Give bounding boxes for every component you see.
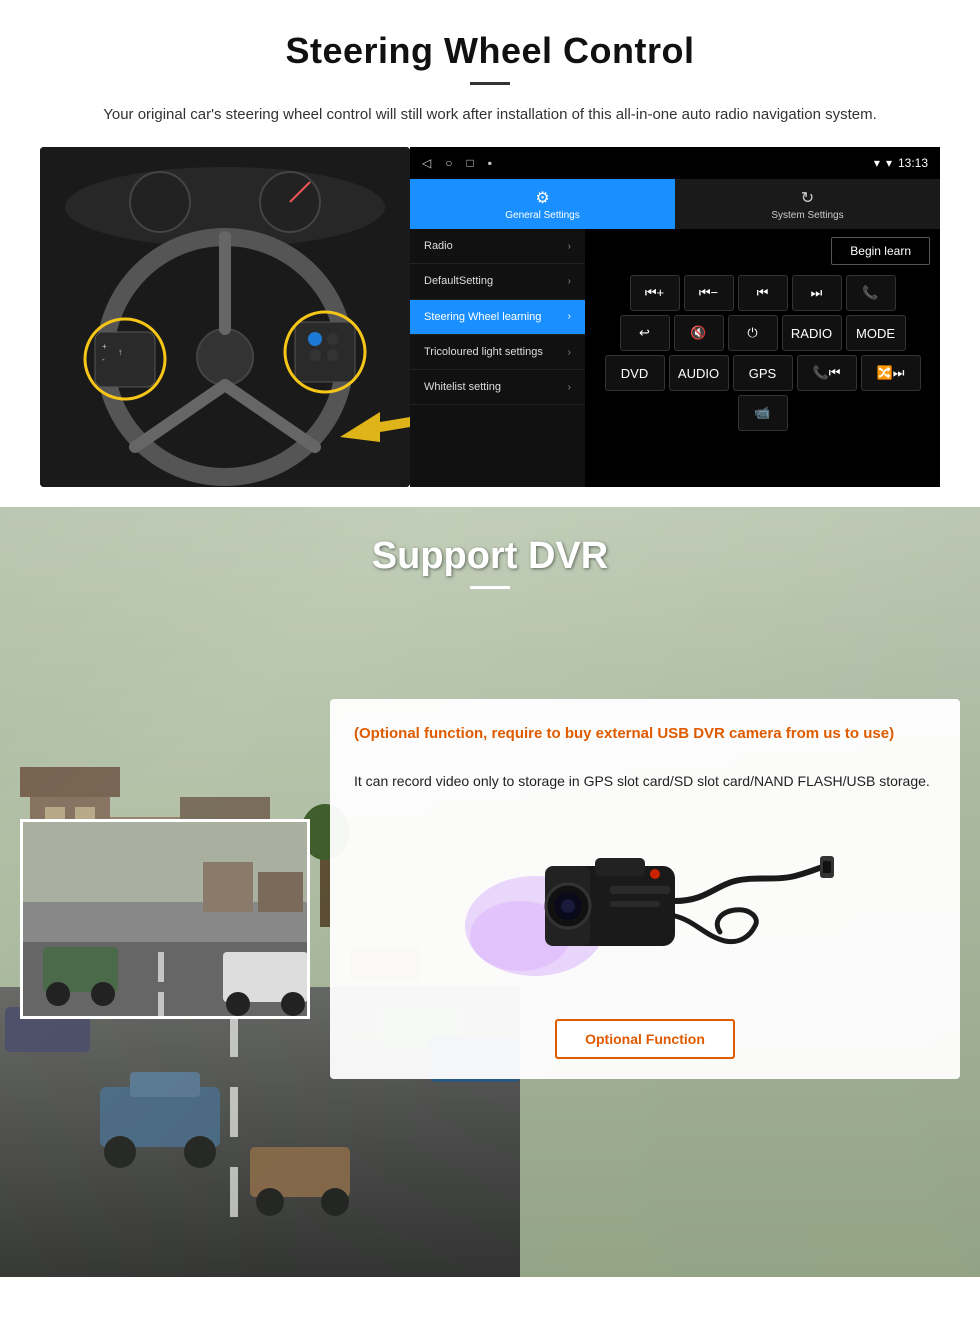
nav-square-icon: □ — [466, 156, 473, 170]
ctrl-vol-up[interactable]: ⏮+ — [630, 275, 680, 311]
wifi-icon: ▾ — [886, 156, 892, 170]
menu-item-whitelist-label: Whitelist setting — [424, 380, 501, 394]
dvr-divider — [470, 586, 510, 589]
nav-home-icon: ○ — [445, 156, 452, 170]
menu-item-steering[interactable]: Steering Wheel learning › — [410, 300, 585, 335]
dvr-camera-illustration — [354, 821, 936, 991]
optional-function-button[interactable]: Optional Function — [555, 1019, 735, 1059]
title-divider — [470, 82, 510, 85]
menu-item-radio[interactable]: Radio › — [410, 229, 585, 264]
nav-icons: ◁ ○ □ ▪ — [422, 156, 492, 170]
menu-item-default[interactable]: DefaultSetting › — [410, 264, 585, 299]
android-statusbar: ◁ ○ □ ▪ ▾ ▾ 13:13 — [410, 147, 940, 179]
ctrl-shuffle-next[interactable]: 🔀⏭ — [861, 355, 921, 391]
ctrl-camera[interactable]: 📹 — [738, 395, 788, 431]
ctrl-next[interactable]: ⏭ — [792, 275, 842, 311]
ctrl-dvd[interactable]: DVD — [605, 355, 665, 391]
begin-learn-row: Begin learn — [591, 235, 934, 271]
nav-dot-icon: ▪ — [488, 156, 492, 170]
ctrl-power[interactable]: ⏻ — [728, 315, 778, 351]
optional-btn-container: Optional Function — [354, 1019, 936, 1059]
menu-item-radio-label: Radio — [424, 239, 453, 253]
ctrl-radio[interactable]: RADIO — [782, 315, 842, 351]
menu-item-default-label: DefaultSetting — [424, 274, 493, 288]
ctrl-hang[interactable]: ↩ — [620, 315, 670, 351]
dvr-description: It can record video only to storage in G… — [354, 770, 936, 792]
dvr-section: Support DVR — [0, 507, 980, 1277]
tab-system[interactable]: ↻ System Settings — [675, 179, 940, 229]
system-settings-icon: ↻ — [801, 188, 814, 208]
general-settings-icon: ⚙ — [535, 188, 549, 208]
menu-left: Radio › DefaultSetting › Steering Wheel … — [410, 229, 585, 487]
ctrl-row-2: ↩ 🔇 ⏻ RADIO MODE — [591, 315, 934, 351]
tab-system-label: System Settings — [771, 210, 843, 221]
ctrl-mode[interactable]: MODE — [846, 315, 906, 351]
dvr-info-card: (Optional function, require to buy exter… — [330, 699, 960, 1079]
begin-learn-button[interactable]: Begin learn — [831, 237, 930, 265]
menu-item-tricoloured-label: Tricoloured light settings — [424, 345, 543, 359]
menu-item-whitelist[interactable]: Whitelist setting › — [410, 370, 585, 405]
menu-item-tricoloured[interactable]: Tricoloured light settings › — [410, 335, 585, 370]
android-tabs[interactable]: ⚙ General Settings ↻ System Settings — [410, 179, 940, 229]
dvr-screenshot-thumbnail — [20, 819, 310, 1019]
ctrl-tel-prev[interactable]: 📞⏮ — [797, 355, 857, 391]
tab-general[interactable]: ⚙ General Settings — [410, 179, 675, 229]
chevron-icon: › — [568, 241, 571, 252]
steering-demo: + - ↑ — [40, 147, 940, 487]
dvr-lower: (Optional function, require to buy exter… — [0, 699, 980, 1079]
ctrl-row-4: 📹 — [591, 395, 934, 431]
dvr-content: Support DVR — [0, 507, 980, 1079]
ctrl-gps[interactable]: GPS — [733, 355, 793, 391]
ctrl-vol-down[interactable]: ⏮− — [684, 275, 734, 311]
ctrl-row-3: DVD AUDIO GPS 📞⏮ 🔀⏭ — [591, 355, 934, 391]
statusbar-icons: ▾ ▾ 13:13 — [874, 156, 928, 170]
steering-title: Steering Wheel Control — [40, 30, 940, 72]
signal-icon: ▾ — [874, 156, 880, 170]
chevron-icon: › — [568, 347, 571, 358]
svg-text:-: - — [102, 355, 105, 364]
steering-wheel-bg: + - ↑ — [40, 147, 410, 487]
chevron-icon: › — [568, 276, 571, 287]
ctrl-mute[interactable]: 🔇 — [674, 315, 724, 351]
chevron-icon: › — [568, 311, 571, 322]
ctrl-phone[interactable]: 📞 — [846, 275, 896, 311]
tab-general-label: General Settings — [505, 210, 580, 221]
android-panel: ◁ ○ □ ▪ ▾ ▾ 13:13 ⚙ General Settings — [410, 147, 940, 487]
control-grid: Begin learn ⏮+ ⏮− ⏮ ⏭ 📞 ↩ 🔇 ⏻ — [585, 229, 940, 487]
steering-description: Your original car's steering wheel contr… — [60, 103, 920, 127]
dvr-title-area: Support DVR — [0, 507, 980, 599]
svg-text:+: + — [102, 342, 107, 351]
steering-photo: + - ↑ — [40, 147, 410, 487]
dvr-title: Support DVR — [0, 535, 980, 578]
menu-area: Radio › DefaultSetting › Steering Wheel … — [410, 229, 940, 487]
dvr-optional-text: (Optional function, require to buy exter… — [354, 723, 936, 746]
ctrl-audio[interactable]: AUDIO — [669, 355, 729, 391]
svg-text:↑: ↑ — [118, 347, 123, 357]
chevron-icon: › — [568, 382, 571, 393]
steering-section: Steering Wheel Control Your original car… — [0, 0, 980, 507]
nav-back-icon: ◁ — [422, 156, 431, 170]
ctrl-row-1: ⏮+ ⏮− ⏮ ⏭ 📞 — [591, 275, 934, 311]
ctrl-prev[interactable]: ⏮ — [738, 275, 788, 311]
menu-item-steering-label: Steering Wheel learning — [424, 310, 541, 324]
status-time: 13:13 — [898, 156, 928, 170]
